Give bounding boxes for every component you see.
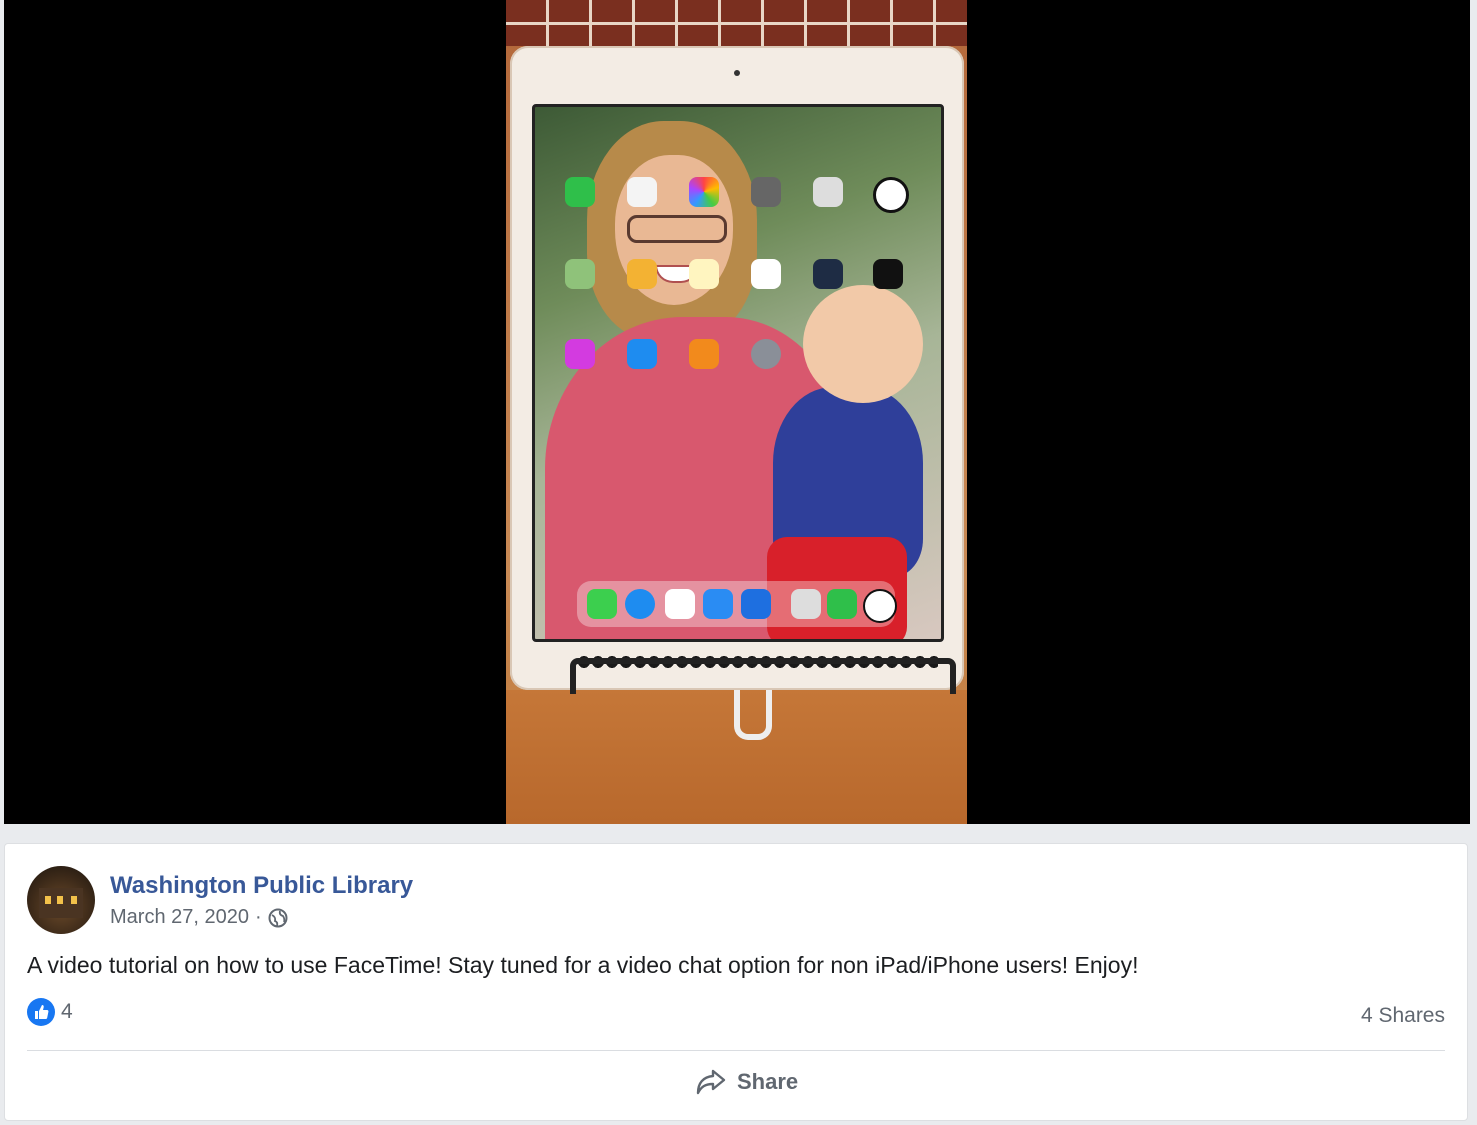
avatar[interactable] <box>27 866 95 934</box>
avatar-window <box>45 896 51 904</box>
post-text: A video tutorial on how to use FaceTime!… <box>27 952 1139 978</box>
like-count: 4 <box>61 1000 73 1023</box>
globe-icon <box>268 908 288 927</box>
home-app-icon <box>627 259 657 289</box>
share-count[interactable]: 4 Shares <box>1361 1004 1445 1028</box>
reminders-app-icon <box>751 259 781 289</box>
ipad-camera <box>734 70 740 76</box>
tv-app-icon <box>873 259 903 289</box>
camera-app-icon <box>751 177 781 207</box>
video-player[interactable] <box>4 0 1470 824</box>
clock-app-icon <box>873 177 909 213</box>
ipad-dock <box>577 581 897 627</box>
books-app-icon <box>689 339 719 369</box>
contacts-app-icon <box>813 177 843 207</box>
share-button[interactable]: Share <box>695 1068 798 1096</box>
avatar-window <box>57 896 63 904</box>
facetime-app-icon <box>565 177 595 207</box>
recent-app-icon-1 <box>791 589 821 619</box>
notes-app-icon <box>689 259 719 289</box>
ipad-stand <box>570 658 956 694</box>
wallpaper-glasses <box>627 215 727 243</box>
messages-app-icon <box>587 589 617 619</box>
wallpaper-baby-head <box>803 285 923 403</box>
stocks-app-icon <box>813 259 843 289</box>
page-name-link[interactable]: Washington Public Library <box>110 872 413 900</box>
calendar-app-icon <box>627 177 657 207</box>
avatar-window <box>71 896 77 904</box>
post-meta: March 27, 2020 · <box>110 906 288 929</box>
maps-app-icon <box>565 259 595 289</box>
safari-app-icon <box>625 589 655 619</box>
recent-app-icon-2 <box>827 589 857 619</box>
share-arrow-icon <box>696 1069 726 1095</box>
charging-cable <box>734 690 772 740</box>
meta-separator: · <box>254 906 262 928</box>
itunes-store-app-icon <box>565 339 595 369</box>
music-app-icon <box>665 589 695 619</box>
post-card: Washington Public Library March 27, 2020… <box>4 843 1468 1121</box>
recent-app-icon-3 <box>863 589 897 623</box>
ipad-device <box>510 46 964 690</box>
photos-app-icon <box>689 177 719 207</box>
files-app-icon <box>741 589 771 619</box>
settings-app-icon <box>751 339 781 369</box>
mail-app-icon <box>703 589 733 619</box>
share-label: Share <box>737 1069 799 1094</box>
divider <box>27 1050 1445 1051</box>
post-date[interactable]: March 27, 2020 <box>110 906 249 929</box>
brick-wall <box>506 0 967 46</box>
reactions-summary[interactable]: 4 <box>27 998 73 1026</box>
ipad-screen <box>532 104 944 642</box>
video-frame <box>506 0 967 824</box>
app-store-app-icon <box>627 339 657 369</box>
like-icon <box>27 998 55 1026</box>
